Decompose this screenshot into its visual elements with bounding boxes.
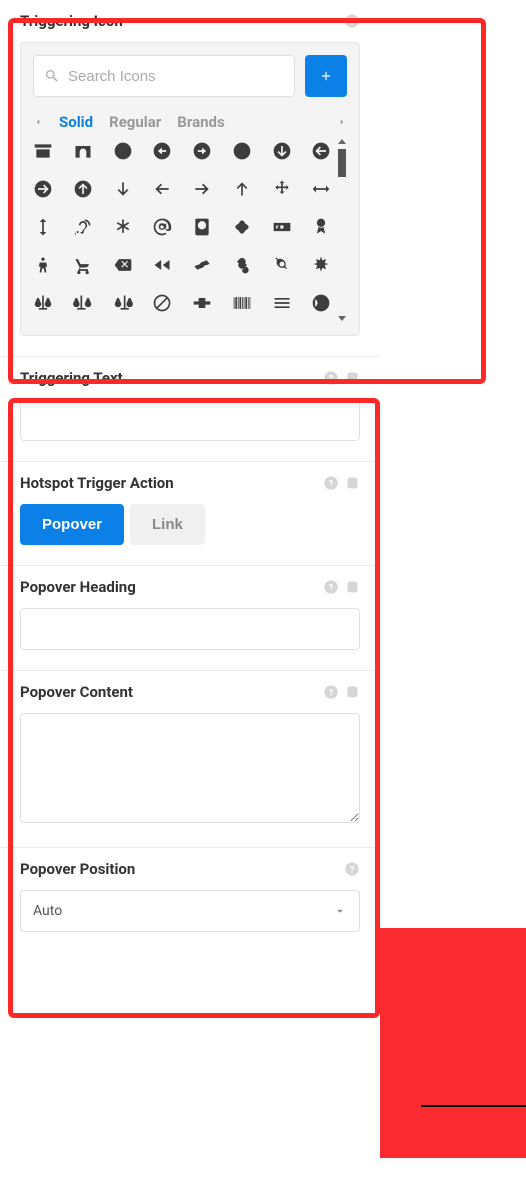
add-icon-button[interactable] xyxy=(305,55,347,97)
chevron-right-icon[interactable] xyxy=(337,115,347,129)
bacon-icon[interactable] xyxy=(192,255,212,275)
balance-scale-right-icon[interactable] xyxy=(113,293,133,313)
bacterium-icon[interactable] xyxy=(272,255,292,275)
ban-icon[interactable] xyxy=(152,293,172,313)
section-popover-position: Popover Position ? Auto xyxy=(0,848,380,952)
search-input[interactable] xyxy=(68,68,284,85)
icon-grid xyxy=(33,137,347,313)
arrow-down-icon[interactable] xyxy=(113,179,133,199)
baby-icon[interactable] xyxy=(33,255,53,275)
section-title: Popover Position xyxy=(20,860,135,878)
backspace-icon[interactable] xyxy=(113,255,133,275)
audio-description-icon[interactable] xyxy=(272,217,292,237)
arrow-circle-up-icon[interactable] xyxy=(73,179,93,199)
icon-picker: Solid Regular Brands xyxy=(20,42,360,336)
section-title: Triggering Icon xyxy=(20,12,123,30)
tab-brands[interactable]: Brands xyxy=(177,113,224,131)
dynamic-content-icon[interactable] xyxy=(345,370,360,387)
arrow-circle-down-icon[interactable] xyxy=(272,141,292,161)
section-hotspot-trigger: Hotspot Trigger Action ? Popover Link xyxy=(0,462,380,566)
archive-icon[interactable] xyxy=(33,141,53,161)
award-icon[interactable] xyxy=(311,217,331,237)
scroll-up-icon[interactable] xyxy=(337,137,347,147)
tab-regular[interactable]: Regular xyxy=(109,113,161,131)
link-button[interactable]: Link xyxy=(130,504,205,545)
section-triggering-icon: Triggering Icon ? Solid Regular Brands xyxy=(0,0,380,357)
band-aid-icon[interactable] xyxy=(192,293,212,313)
arrow-right-icon[interactable] xyxy=(192,179,212,199)
scroll-thumb[interactable] xyxy=(338,149,346,177)
bacteria-icon[interactable] xyxy=(232,255,252,275)
divider-line xyxy=(421,1105,526,1107)
atom-icon[interactable] xyxy=(232,217,252,237)
arrow-alt-circle-up-icon[interactable] xyxy=(232,141,252,161)
chevron-down-icon xyxy=(333,904,347,918)
arrow-circle-right-icon[interactable] xyxy=(33,179,53,199)
triggering-text-input[interactable] xyxy=(20,399,360,441)
chevron-left-icon[interactable] xyxy=(33,115,43,129)
barcode-icon[interactable] xyxy=(232,293,252,313)
dynamic-content-icon[interactable] xyxy=(345,684,360,701)
balance-scale-icon[interactable] xyxy=(33,293,53,313)
dynamic-content-icon[interactable] xyxy=(345,475,360,492)
scroll-down-icon[interactable] xyxy=(337,313,347,323)
search-icons-field xyxy=(33,55,295,97)
dynamic-content-icon[interactable] xyxy=(345,579,360,596)
arrow-alt-circle-down-icon[interactable] xyxy=(113,141,133,161)
svg-text:?: ? xyxy=(329,582,334,593)
backward-icon[interactable] xyxy=(152,255,172,275)
tab-solid[interactable]: Solid xyxy=(59,113,93,131)
section-title: Hotspot Trigger Action xyxy=(20,474,174,492)
help-icon[interactable]: ? xyxy=(344,861,360,877)
arrow-alt-circle-right-icon[interactable] xyxy=(192,141,212,161)
section-popover-content: Popover Content ? xyxy=(0,671,380,848)
arrow-left-icon[interactable] xyxy=(152,179,172,199)
help-icon[interactable]: ? xyxy=(323,475,339,491)
popover-content-textarea[interactable] xyxy=(20,713,360,823)
assistive-listening-icon[interactable] xyxy=(73,217,93,237)
popover-heading-input[interactable] xyxy=(20,608,360,650)
help-icon[interactable]: ? xyxy=(344,13,360,29)
section-title: Popover Content xyxy=(20,683,133,701)
svg-text:?: ? xyxy=(329,687,334,698)
section-popover-heading: Popover Heading ? xyxy=(0,566,380,671)
select-value: Auto xyxy=(33,903,62,919)
icon-style-tabs: Solid Regular Brands xyxy=(33,107,347,137)
svg-text:?: ? xyxy=(350,16,355,27)
popover-position-select[interactable]: Auto xyxy=(20,890,360,932)
section-header: Triggering Icon ? xyxy=(20,12,360,30)
help-icon[interactable]: ? xyxy=(323,579,339,595)
svg-text:?: ? xyxy=(329,373,334,384)
trigger-action-group: Popover Link xyxy=(20,504,360,545)
red-block xyxy=(380,928,526,1158)
svg-text:?: ? xyxy=(329,478,334,489)
bahai-icon[interactable] xyxy=(311,255,331,275)
arrow-circle-left-icon[interactable] xyxy=(311,141,331,161)
popover-button[interactable]: Popover xyxy=(20,504,124,545)
plus-icon xyxy=(319,69,333,83)
baseball-ball-icon[interactable] xyxy=(311,293,331,313)
atlas-icon[interactable] xyxy=(192,217,212,237)
section-triggering-text: Triggering Text ? xyxy=(0,357,380,462)
baby-carriage-icon[interactable] xyxy=(73,255,93,275)
help-icon[interactable]: ? xyxy=(323,370,339,386)
arrow-alt-circle-left-icon[interactable] xyxy=(152,141,172,161)
bars-icon[interactable] xyxy=(272,293,292,313)
arrows-alt-icon[interactable] xyxy=(272,179,292,199)
asterisk-icon[interactable] xyxy=(113,217,133,237)
help-icon[interactable]: ? xyxy=(323,684,339,700)
section-title: Popover Heading xyxy=(20,578,136,596)
icon-scrollbar[interactable] xyxy=(337,137,347,323)
arrows-alt-h-icon[interactable] xyxy=(311,179,331,199)
section-title: Triggering Text xyxy=(20,369,123,387)
arrow-up-icon[interactable] xyxy=(232,179,252,199)
at-icon[interactable] xyxy=(152,217,172,237)
balance-scale-left-icon[interactable] xyxy=(73,293,93,313)
arrows-alt-v-icon[interactable] xyxy=(33,217,53,237)
archway-icon[interactable] xyxy=(73,141,93,161)
search-icon xyxy=(44,68,60,84)
svg-text:?: ? xyxy=(350,864,355,875)
settings-panel: Triggering Icon ? Solid Regular Brands xyxy=(0,0,380,952)
